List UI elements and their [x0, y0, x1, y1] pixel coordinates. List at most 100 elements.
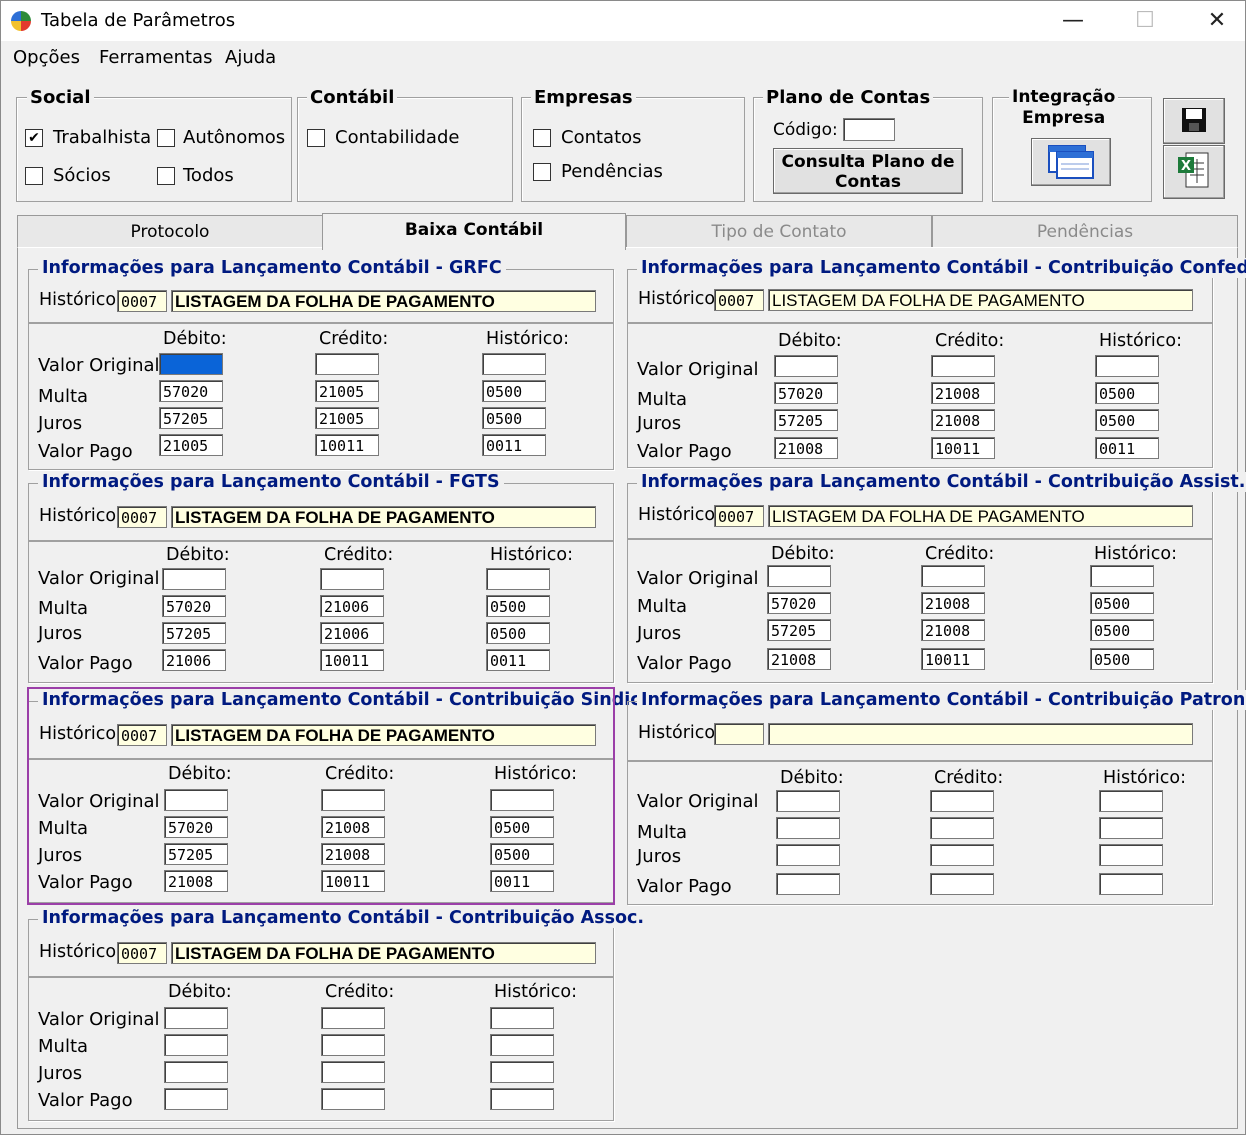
patronal-valor_original-debito-field[interactable] [776, 790, 840, 812]
assist-valor_pago-credito-field[interactable]: 10011 [921, 648, 985, 670]
grfc-valor_pago-credito-field[interactable]: 10011 [315, 434, 379, 456]
patronal-juros-credito-field[interactable] [930, 844, 994, 866]
assist-juros-debito-field[interactable]: 57205 [767, 619, 831, 641]
grfc-valor_original-credito-field[interactable] [315, 353, 379, 375]
patronal-multa-historico-field[interactable] [1099, 817, 1163, 839]
patronal-historico-text-field[interactable] [768, 723, 1193, 745]
contatos-checkbox[interactable] [533, 129, 551, 147]
assoc-multa-credito-field[interactable] [321, 1034, 385, 1056]
assoc-historico-code-field[interactable]: 0007 [117, 942, 167, 964]
assoc-juros-historico-field[interactable] [490, 1061, 554, 1083]
patronal-valor_pago-historico-field[interactable] [1099, 873, 1163, 895]
fgts-multa-credito-field[interactable]: 21006 [320, 595, 384, 617]
confed-valor_pago-debito-field[interactable]: 21008 [774, 437, 838, 459]
patronal-multa-credito-field[interactable] [930, 817, 994, 839]
fgts-valor_original-credito-field[interactable] [320, 568, 384, 590]
menu-ferramentas[interactable]: Ferramentas [99, 47, 212, 68]
patronal-valor_original-credito-field[interactable] [930, 790, 994, 812]
fgts-valor_pago-historico-field[interactable]: 0011 [486, 649, 550, 671]
patronal-historico-code-field[interactable] [714, 723, 764, 745]
integracao-button[interactable] [1031, 138, 1111, 186]
fgts-historico-code-field[interactable]: 0007 [117, 506, 167, 528]
assist-valor_pago-debito-field[interactable]: 21008 [767, 648, 831, 670]
assoc-valor_original-historico-field[interactable] [490, 1007, 554, 1029]
confed-multa-debito-field[interactable]: 57020 [774, 382, 838, 404]
confed-valor_pago-historico-field[interactable]: 0011 [1095, 437, 1159, 459]
tab-tipo-contato[interactable]: Tipo de Contato [626, 215, 932, 248]
fgts-multa-historico-field[interactable]: 0500 [486, 595, 550, 617]
pendencias-checkbox[interactable] [533, 163, 551, 181]
minimize-button[interactable]: — [1053, 7, 1093, 35]
export-excel-button[interactable]: X [1163, 145, 1225, 199]
grfc-historico-text-field[interactable]: LISTAGEM DA FOLHA DE PAGAMENTO [171, 290, 596, 312]
assist-valor_original-credito-field[interactable] [921, 565, 985, 587]
assist-historico-code-field[interactable]: 0007 [714, 505, 764, 527]
assist-valor_pago-historico-field[interactable]: 0500 [1090, 648, 1154, 670]
tab-protocolo[interactable]: Protocolo [17, 215, 323, 248]
menu-opcoes[interactable]: Opções [13, 47, 80, 68]
patronal-juros-debito-field[interactable] [776, 844, 840, 866]
assist-historico-text-field[interactable]: LISTAGEM DA FOLHA DE PAGAMENTO [768, 505, 1193, 527]
tab-baixa-contabil[interactable]: Baixa Contábil [322, 213, 626, 250]
consulta-plano-button[interactable]: Consulta Plano de Contas [773, 148, 963, 194]
socios-checkbox[interactable] [25, 167, 43, 185]
fgts-juros-debito-field[interactable]: 57205 [162, 622, 226, 644]
grfc-juros-debito-field[interactable]: 57205 [159, 407, 223, 429]
assoc-historico-text-field[interactable]: LISTAGEM DA FOLHA DE PAGAMENTO [171, 942, 596, 964]
todos-checkbox[interactable] [157, 167, 175, 185]
grfc-juros-credito-field[interactable]: 21005 [315, 407, 379, 429]
grfc-valor_original-debito-field[interactable] [159, 353, 223, 375]
confed-valor_pago-credito-field[interactable]: 10011 [931, 437, 995, 459]
tab-pendencias[interactable]: Pendências [932, 215, 1238, 248]
codigo-input[interactable] [843, 118, 895, 141]
grfc-valor_original-historico-field[interactable] [482, 353, 546, 375]
assoc-valor_original-credito-field[interactable] [321, 1007, 385, 1029]
save-button[interactable] [1163, 98, 1225, 144]
patronal-valor_pago-credito-field[interactable] [930, 873, 994, 895]
confed-multa-credito-field[interactable]: 21008 [931, 382, 995, 404]
confed-multa-historico-field[interactable]: 0500 [1095, 382, 1159, 404]
close-button[interactable]: ✕ [1197, 7, 1237, 35]
confed-historico-text-field[interactable]: LISTAGEM DA FOLHA DE PAGAMENTO [768, 289, 1193, 311]
assist-juros-historico-field[interactable]: 0500 [1090, 619, 1154, 641]
assoc-valor_pago-historico-field[interactable] [490, 1088, 554, 1110]
confed-valor_original-historico-field[interactable] [1095, 355, 1159, 377]
fgts-valor_original-debito-field[interactable] [162, 568, 226, 590]
assist-valor_original-historico-field[interactable] [1090, 565, 1154, 587]
assoc-valor_pago-credito-field[interactable] [321, 1088, 385, 1110]
grfc-valor_pago-historico-field[interactable]: 0011 [482, 434, 546, 456]
fgts-valor_pago-debito-field[interactable]: 21006 [162, 649, 226, 671]
confed-valor_original-credito-field[interactable] [931, 355, 995, 377]
confed-juros-historico-field[interactable]: 0500 [1095, 409, 1159, 431]
confed-valor_original-debito-field[interactable] [774, 355, 838, 377]
assoc-multa-debito-field[interactable] [164, 1034, 228, 1056]
confed-juros-debito-field[interactable]: 57205 [774, 409, 838, 431]
assist-juros-credito-field[interactable]: 21008 [921, 619, 985, 641]
assist-multa-credito-field[interactable]: 21008 [921, 592, 985, 614]
fgts-juros-credito-field[interactable]: 21006 [320, 622, 384, 644]
assoc-juros-debito-field[interactable] [164, 1061, 228, 1083]
fgts-valor_pago-credito-field[interactable]: 10011 [320, 649, 384, 671]
trabalhista-checkbox[interactable]: ✔ [25, 129, 43, 147]
grfc-multa-historico-field[interactable]: 0500 [482, 380, 546, 402]
fgts-valor_original-historico-field[interactable] [486, 568, 550, 590]
assist-multa-historico-field[interactable]: 0500 [1090, 592, 1154, 614]
patronal-multa-debito-field[interactable] [776, 817, 840, 839]
grfc-multa-debito-field[interactable]: 57020 [159, 380, 223, 402]
autonomos-checkbox[interactable] [157, 129, 175, 147]
assist-multa-debito-field[interactable]: 57020 [767, 592, 831, 614]
fgts-juros-historico-field[interactable]: 0500 [486, 622, 550, 644]
patronal-valor_pago-debito-field[interactable] [776, 873, 840, 895]
fgts-historico-text-field[interactable]: LISTAGEM DA FOLHA DE PAGAMENTO [171, 506, 596, 528]
grfc-multa-credito-field[interactable]: 21005 [315, 380, 379, 402]
assoc-valor_pago-debito-field[interactable] [164, 1088, 228, 1110]
assoc-multa-historico-field[interactable] [490, 1034, 554, 1056]
confed-juros-credito-field[interactable]: 21008 [931, 409, 995, 431]
fgts-multa-debito-field[interactable]: 57020 [162, 595, 226, 617]
patronal-juros-historico-field[interactable] [1099, 844, 1163, 866]
assist-valor_original-debito-field[interactable] [767, 565, 831, 587]
grfc-historico-code-field[interactable]: 0007 [117, 290, 167, 312]
menu-ajuda[interactable]: Ajuda [225, 47, 276, 68]
grfc-valor_pago-debito-field[interactable]: 21005 [159, 434, 223, 456]
contabilidade-checkbox[interactable] [307, 129, 325, 147]
